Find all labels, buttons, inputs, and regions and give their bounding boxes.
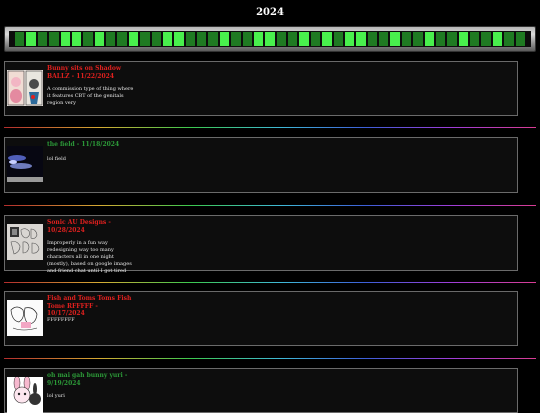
marquee-light — [94, 32, 104, 46]
marquee-light — [208, 32, 218, 46]
marquee-light — [15, 32, 25, 46]
post-title[interactable]: Fish and Toms Toms Fish Tome RFFFFF - 10… — [47, 295, 137, 318]
marquee-light — [26, 32, 36, 46]
post-title[interactable]: Bunny sits on Shadow BALLZ - 11/22/2024 — [47, 65, 137, 80]
rainbow-divider — [4, 282, 536, 283]
post-thumbnail[interactable] — [7, 224, 43, 260]
marquee-light — [49, 32, 59, 46]
rainbow-divider — [4, 127, 536, 128]
marquee-light — [458, 32, 468, 46]
marquee-light — [344, 32, 355, 46]
gallery-post[interactable]: Fish and Toms Toms Fish Tome RFFFFF - 10… — [4, 291, 518, 346]
marquee-light — [310, 32, 321, 46]
post-title[interactable]: the field - 11/18/2024 — [47, 141, 137, 149]
marquee-light — [367, 32, 377, 46]
marquee-light — [174, 32, 184, 46]
post-title[interactable]: oh mai gah bunny yuri - 9/19/2024 — [47, 372, 137, 387]
marquee-light — [60, 32, 70, 46]
doodle-art-icon — [7, 300, 43, 336]
marquee-light — [265, 32, 275, 46]
marquee-light — [253, 32, 264, 46]
sketch-sheet-icon — [7, 224, 43, 260]
marquee-light — [356, 32, 366, 46]
marquee-light — [504, 32, 514, 46]
post-thumbnail[interactable] — [7, 146, 43, 182]
marquee-light — [231, 32, 241, 46]
marquee-light — [333, 32, 343, 46]
marquee-light — [401, 32, 412, 46]
marquee-light — [413, 32, 423, 46]
page-year-heading: 2024 — [256, 7, 284, 18]
gallery-post[interactable]: Sonic AU Designs - 10/28/2024 Improperly… — [4, 215, 518, 274]
marquee-light — [390, 32, 400, 46]
marquee-light — [435, 32, 446, 46]
marquee-light — [379, 32, 389, 46]
post-title[interactable]: Sonic AU Designs - 10/28/2024 — [47, 219, 137, 234]
marquee-light — [492, 32, 503, 46]
rainbow-divider — [4, 205, 536, 206]
gallery-post[interactable]: Bunny sits on Shadow BALLZ - 11/22/2024 … — [4, 61, 518, 116]
post-description: FFFFFFFF — [47, 317, 75, 323]
gallery-post[interactable]: oh mai gah bunny yuri - 9/19/2024 lol yu… — [4, 368, 518, 413]
marquee-banner — [4, 26, 536, 52]
field-art-icon — [7, 146, 43, 182]
post-thumbnail[interactable] — [7, 377, 43, 413]
marquee-light — [470, 32, 480, 46]
marquee-light — [117, 32, 127, 46]
marquee-light — [288, 32, 298, 46]
marquee-track — [9, 31, 531, 47]
marquee-light — [322, 32, 332, 46]
marquee-light — [37, 32, 48, 46]
post-description: Improperly in a fun way redesigning way … — [47, 240, 132, 274]
marquee-light — [162, 32, 173, 46]
marquee-light — [219, 32, 230, 46]
gallery-post[interactable]: the field - 11/18/2024 lol field — [4, 137, 518, 193]
post-description: lol yuri — [47, 393, 65, 399]
marquee-light — [242, 32, 252, 46]
marquee-light — [106, 32, 116, 46]
marquee-light — [151, 32, 161, 46]
rainbow-divider — [4, 358, 536, 359]
marquee-light — [83, 32, 93, 46]
post-thumbnail[interactable] — [7, 300, 43, 336]
marquee-light — [515, 32, 525, 46]
marquee-light — [197, 32, 207, 46]
marquee-light — [128, 32, 139, 46]
post-thumbnail[interactable] — [7, 70, 43, 106]
post-description: A commission type of thing where it feat… — [47, 86, 134, 106]
marquee-light — [424, 32, 434, 46]
marquee-light — [71, 32, 82, 46]
marquee-light — [140, 32, 150, 46]
marquee-light — [299, 32, 309, 46]
marquee-light — [447, 32, 457, 46]
marquee-light — [185, 32, 195, 46]
marquee-light — [481, 32, 491, 46]
comic-art-icon — [7, 70, 43, 106]
post-description: lol field — [47, 156, 66, 162]
bunny-art-icon — [7, 377, 43, 413]
marquee-light — [276, 32, 286, 46]
